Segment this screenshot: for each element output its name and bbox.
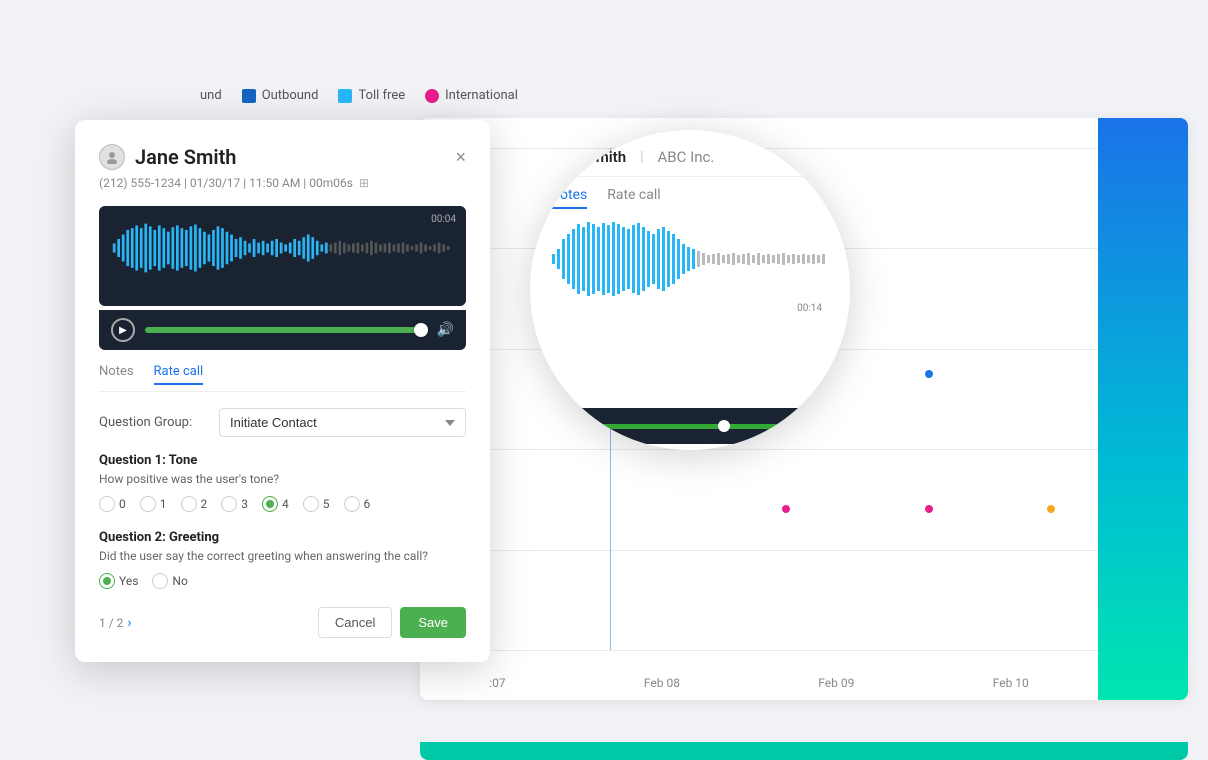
question-group-select[interactable]: Initiate Contact: [219, 408, 466, 437]
legend-international-label: International: [445, 88, 518, 103]
modal-footer: 1 / 2 › Cancel Save: [99, 607, 466, 638]
player-bar: ▶ 🔊: [99, 310, 466, 350]
user-icon: [105, 150, 119, 164]
modal-title-row: Jane Smith: [99, 144, 236, 170]
x-label: :07: [489, 676, 505, 690]
legend-partial: und: [200, 88, 222, 103]
bubble-tail: [676, 448, 704, 450]
legend-international-dot: [425, 89, 439, 103]
scale-radio-group: 0 1 2 3 4 5 6: [99, 496, 466, 512]
close-button[interactable]: ×: [455, 148, 466, 166]
radio-circle: [99, 496, 115, 512]
scale-option-1[interactable]: 1: [140, 496, 167, 512]
scale-option-5[interactable]: 5: [303, 496, 330, 512]
legend-tollfree: Toll free: [338, 88, 405, 103]
scale-option-2[interactable]: 2: [181, 496, 208, 512]
modal-tabs: Notes Rate call: [99, 364, 466, 392]
progress-thumb: [414, 323, 428, 337]
popup-waveform-area: 00:14: [530, 209, 850, 402]
legend-international: International: [425, 88, 518, 103]
chart-dot: [925, 370, 933, 378]
x-label: Feb 10: [993, 676, 1029, 690]
question-group-row: Question Group: Initiate Contact: [99, 408, 466, 437]
grid-line: [420, 550, 1098, 551]
scale-option-0[interactable]: 0: [99, 496, 126, 512]
question-2-block: Question 2: Greeting Did the user say th…: [99, 530, 466, 589]
volume-icon[interactable]: 🔊: [437, 322, 454, 338]
popup-tab-rate-call[interactable]: Rate call: [607, 187, 660, 209]
pagination: 1 / 2 ›: [99, 615, 132, 631]
radio-circle-no: [152, 573, 168, 589]
legend-outbound: Outbound: [242, 88, 319, 103]
chart-legend: und Outbound Toll free International: [200, 88, 518, 103]
modal-meta: (212) 555-1234 | 01/30/17 | 11:50 AM | 0…: [99, 176, 466, 190]
popup-waveform-svg: [544, 219, 836, 299]
save-button[interactable]: Save: [400, 607, 466, 638]
voicemail-icon: ⊞: [359, 176, 369, 190]
x-label: Feb 08: [644, 676, 680, 690]
legend-outbound-label: Outbound: [262, 88, 319, 103]
scale-option-4[interactable]: 4: [262, 496, 289, 512]
waveform-timestamp: 00:04: [431, 214, 456, 225]
chart-dot: [925, 505, 933, 513]
waveform-container: 00:04: [99, 206, 466, 306]
question-group-label: Question Group:: [99, 415, 209, 430]
progress-track[interactable]: [145, 327, 427, 333]
call-meta: (212) 555-1234 | 01/30/17 | 11:50 AM | 0…: [99, 176, 353, 190]
question-1-title: Question 1: Tone: [99, 453, 466, 468]
scale-option-6[interactable]: 6: [344, 496, 371, 512]
question-2-title: Question 2: Greeting: [99, 530, 466, 545]
radio-circle: [344, 496, 360, 512]
waveform-svg: [111, 218, 454, 278]
grid-line: [420, 650, 1098, 651]
popup-progress-track[interactable]: [586, 424, 826, 429]
x-label: Feb 09: [818, 676, 854, 690]
radio-circle: [303, 496, 319, 512]
scale-option-3[interactable]: 3: [221, 496, 248, 512]
yes-option[interactable]: Yes: [99, 573, 138, 589]
modal-title: Jane Smith: [135, 145, 236, 169]
chart-dot: [782, 505, 790, 513]
popup-progress-thumb: [718, 420, 730, 432]
no-option[interactable]: No: [152, 573, 187, 589]
question-2-text: Did the user say the correct greeting wh…: [99, 549, 466, 563]
popup-tabs: Notes Rate call: [530, 177, 850, 209]
radio-circle: [181, 496, 197, 512]
modal-header: Jane Smith ×: [99, 144, 466, 170]
action-buttons: Cancel Save: [318, 607, 466, 638]
chart-gradient-bar: [1098, 118, 1188, 700]
legend-tollfree-dot: [338, 89, 352, 103]
radio-circle: [140, 496, 156, 512]
radio-circle-yes: [99, 573, 115, 589]
question-1-text: How positive was the user's tone?: [99, 472, 466, 486]
cancel-button[interactable]: Cancel: [318, 607, 392, 638]
radio-circle-selected: [262, 496, 278, 512]
radio-circle: [221, 496, 237, 512]
tab-rate-call[interactable]: Rate call: [154, 364, 204, 385]
question-1-block: Question 1: Tone How positive was the us…: [99, 453, 466, 512]
grid-line: [420, 449, 1098, 450]
avatar: [99, 144, 125, 170]
play-button[interactable]: ▶: [111, 318, 135, 342]
popup-company: ABC Inc.: [658, 148, 715, 166]
popup-timestamp: 00:14: [544, 303, 836, 314]
call-detail-modal: Jane Smith × (212) 555-1234 | 01/30/17 |…: [75, 120, 490, 662]
next-arrow-icon[interactable]: ›: [127, 615, 131, 631]
yesno-radio-group: Yes No: [99, 573, 466, 589]
x-axis-labels: :07 Feb 08 Feb 09 Feb 10: [420, 676, 1098, 690]
chart-dot: [1047, 505, 1055, 513]
teal-bottom-bar: [420, 742, 1188, 760]
legend-outbound-dot: [242, 89, 256, 103]
popup-bubble: Jane Smith | ABC Inc. Notes Rate call: [530, 130, 850, 450]
legend-tollfree-label: Toll free: [358, 88, 405, 103]
pagination-text: 1 / 2: [99, 616, 123, 630]
tab-notes[interactable]: Notes: [99, 364, 134, 385]
